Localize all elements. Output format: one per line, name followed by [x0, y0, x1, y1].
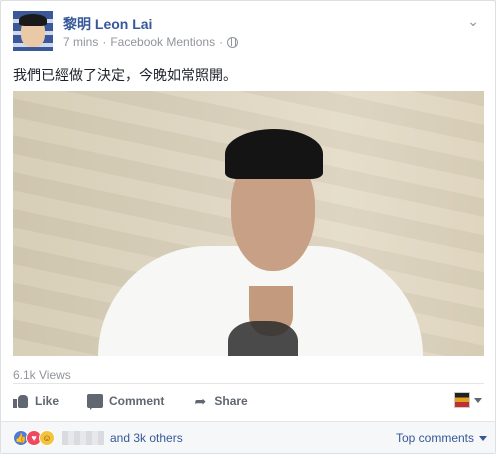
post-card: 黎明 Leon Lai 7 mins · Facebook Mentions ·…: [0, 0, 496, 454]
haha-reaction-icon: ☺: [39, 430, 55, 446]
blurred-friend-name: [62, 431, 104, 445]
video-player[interactable]: [13, 91, 484, 356]
share-label: Share: [214, 393, 248, 408]
reactions-bar: 👍 ♥ ☺ and 3k others Top comments: [1, 421, 495, 453]
action-bar: Like Comment ➦ Share: [13, 383, 484, 417]
comment-label: Comment: [109, 393, 165, 408]
comment-sort-label: Top comments: [395, 431, 474, 445]
reaction-summary[interactable]: 👍 ♥ ☺ and 3k others: [13, 430, 183, 446]
like-label: Like: [35, 393, 60, 408]
reaction-count[interactable]: and 3k others: [110, 431, 183, 445]
video-subject-cap-brim: [227, 169, 321, 179]
post-header: 黎明 Leon Lai 7 mins · Facebook Mentions ·…: [13, 11, 483, 55]
meta-separator: ·: [219, 35, 224, 49]
author-avatar[interactable]: [13, 11, 53, 51]
author-name[interactable]: 黎明 Leon Lai: [63, 14, 152, 34]
globe-icon[interactable]: [227, 36, 239, 48]
post-text: 我們已經做了決定，今晚如常照開。: [13, 67, 237, 83]
video-subject-shirt-print: [228, 321, 298, 356]
comment-icon: [87, 393, 104, 410]
page-avatar-icon: [454, 392, 470, 408]
thumbs-up-icon: [13, 394, 29, 408]
comment-sort-dropdown[interactable]: Top comments: [396, 431, 487, 445]
post-timestamp[interactable]: 7 mins: [63, 35, 98, 49]
avatar-hair: [19, 14, 47, 26]
post-meta: 7 mins · Facebook Mentions ·: [63, 35, 239, 49]
caret-down-icon: [474, 397, 482, 403]
view-count: 6.1k Views: [13, 368, 71, 382]
meta-separator: ·: [102, 35, 107, 49]
page-identity-selector[interactable]: [454, 392, 482, 408]
chevron-down-icon[interactable]: ⌄: [467, 13, 479, 30]
share-arrow-icon: ➦: [194, 392, 207, 409]
caret-down-icon: [479, 435, 487, 441]
share-button[interactable]: ➦ Share: [192, 394, 247, 408]
post-source: Facebook Mentions: [110, 35, 216, 49]
like-button[interactable]: Like: [13, 394, 59, 408]
comment-button[interactable]: Comment: [87, 393, 165, 410]
